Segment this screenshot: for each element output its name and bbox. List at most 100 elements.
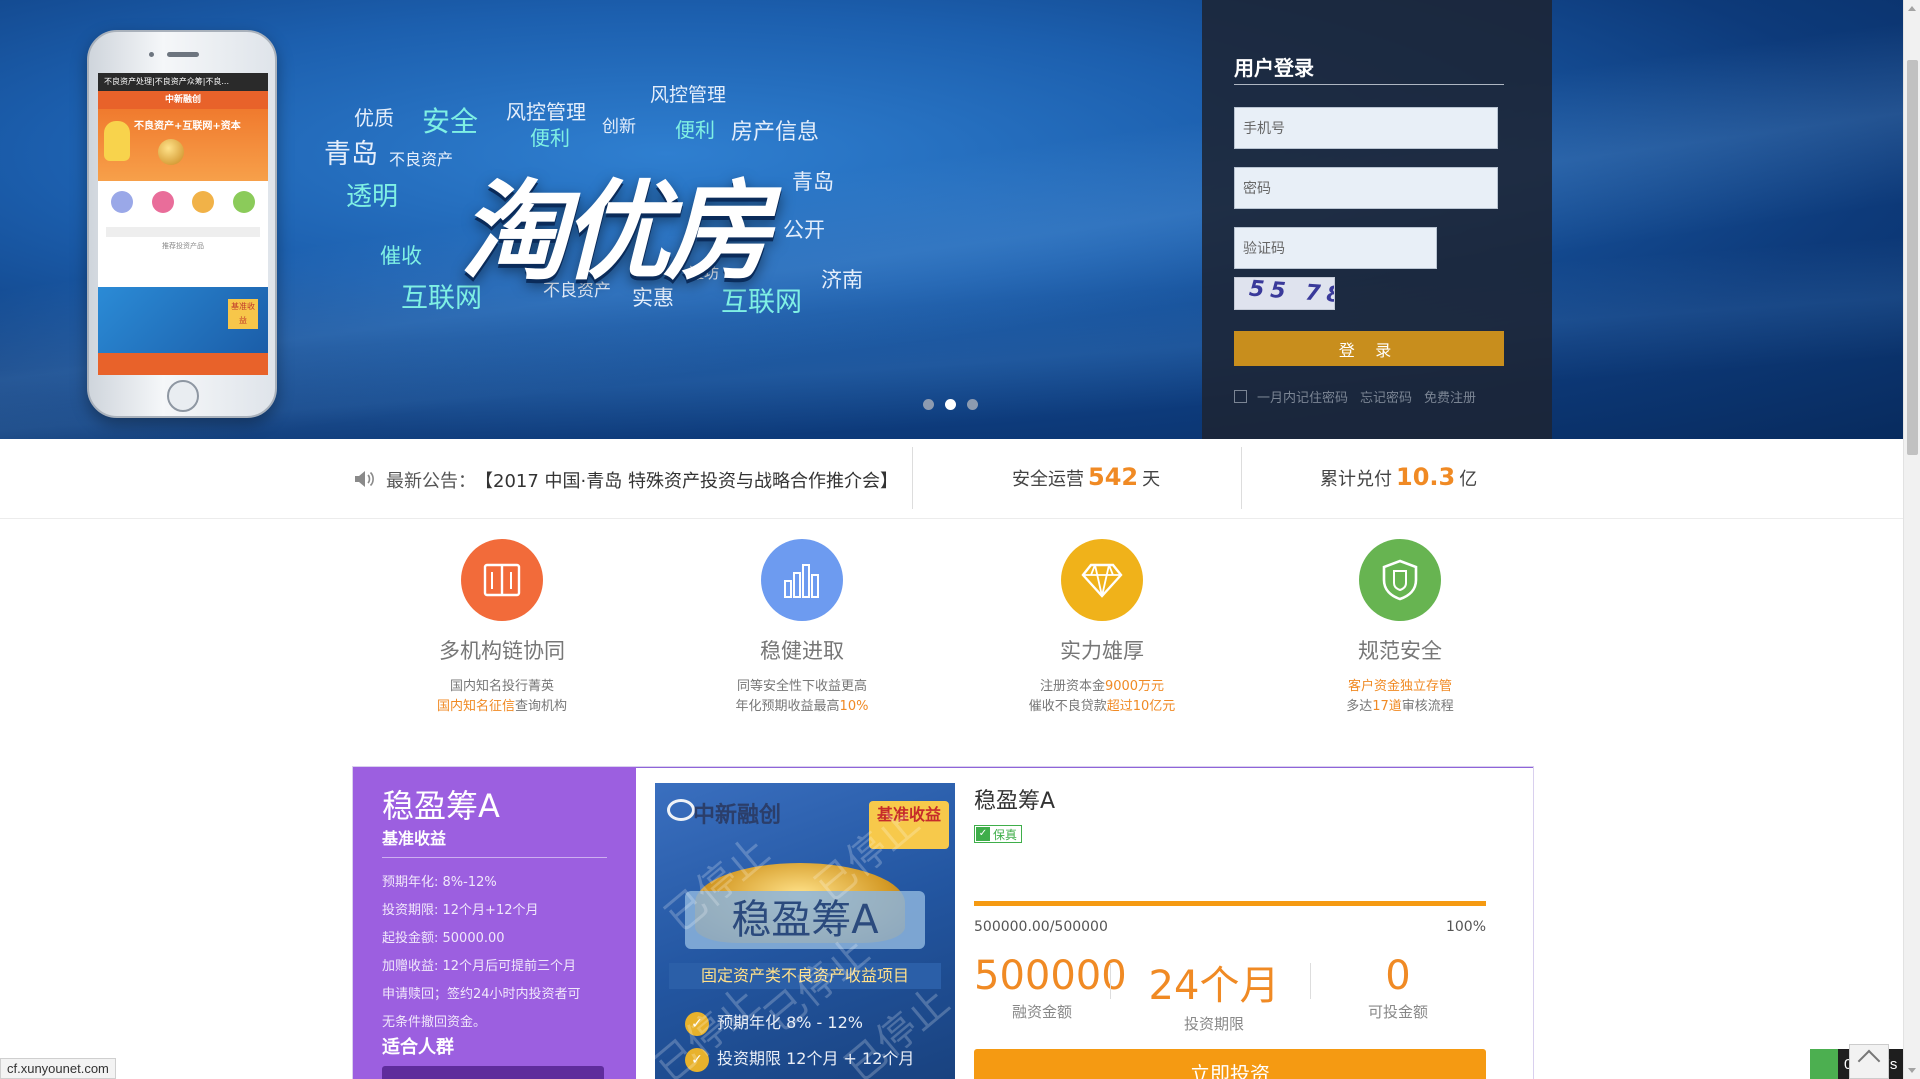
funding-progress-text: 500000.00/500000 100%	[974, 919, 1486, 935]
word-cloud-item: 房产信息	[731, 120, 820, 145]
feature-line: 年化预期收益最高10%	[735, 699, 869, 714]
phone-hero: 不良资产+互联网+资本	[98, 109, 268, 181]
phone-mockup: 不良资产处理|不良资产众筹|不良... 中新融创 不良资产+互联网+资本 推荐投…	[87, 30, 277, 418]
funding-progress-percent: 100%	[1445, 919, 1486, 935]
funding-progress-amount: 500000.00/500000	[974, 919, 1108, 935]
word-cloud-item: 济南	[821, 268, 863, 292]
crowd-tag	[382, 1066, 604, 1079]
total-paid-unit: 亿	[1459, 469, 1478, 490]
safe-operation-unit: 天	[1142, 469, 1161, 490]
phone-input[interactable]	[1234, 107, 1498, 149]
bar-chart-icon	[761, 539, 843, 621]
leaf-icon	[1810, 1049, 1838, 1079]
feature-title: 规范安全	[1358, 639, 1442, 663]
book-icon	[461, 539, 543, 621]
feature-title: 实力雄厚	[1060, 639, 1144, 663]
diamond-icon	[1061, 539, 1143, 621]
detail-item: 起投金额: 50000.00	[382, 931, 505, 946]
kpi-label: 可投金额	[1367, 1003, 1428, 1021]
funding-progress-bar	[974, 901, 1486, 906]
word-cloud-item: 公开	[783, 218, 825, 242]
phone-icon-row	[98, 181, 268, 223]
register-link[interactable]: 免费注册	[1424, 387, 1476, 406]
status-url: cf.xunyounet.com	[0, 1058, 116, 1079]
phone-section-label: 推荐投资产品	[162, 242, 204, 250]
password-input[interactable]	[1234, 167, 1498, 209]
kpi-value: 500000	[974, 953, 1127, 999]
product-details: 预期年化: 8%-12% 投资期限: 12个月+12个月 起投金额: 50000…	[382, 869, 622, 1037]
phone-nav-title: 中新融创	[98, 91, 268, 109]
shield-icon	[1359, 539, 1441, 621]
total-paid-value: 10.3	[1396, 463, 1456, 491]
safe-operation-label: 安全运营	[1012, 469, 1084, 490]
feature-line: 多达17道审核流程	[1346, 699, 1454, 714]
kpi-available: 0 可投金额	[1330, 953, 1466, 1022]
phone-browser-bar: 不良资产处理|不良资产众筹|不良...	[98, 73, 268, 91]
login-title: 用户登录	[1234, 56, 1314, 80]
slide-dots	[923, 399, 978, 410]
word-cloud-item: 透明	[346, 182, 399, 212]
phone-home-button	[167, 380, 199, 412]
slide-dot[interactable]	[967, 399, 978, 410]
crowd-label: 适合人群	[382, 1037, 454, 1058]
product-subtitle: 基准收益	[382, 829, 447, 848]
product-image[interactable]: 中新融创 基准收益 稳盈筹A 固定资产类不良资产收益项目 ✓ 预期年化 8% - …	[655, 783, 955, 1079]
login-options: 一月内记住密码 忘记密码 免费注册	[1234, 387, 1476, 406]
remember-checkbox[interactable]	[1234, 390, 1247, 403]
scroll-thumb[interactable]	[1907, 60, 1918, 455]
captcha-image[interactable]: 55 78	[1234, 277, 1335, 310]
kpi-label: 融资金额	[1011, 1003, 1072, 1021]
feature-line: 催收不良贷款超过10亿元	[1028, 699, 1176, 714]
page: 不良资产处理|不良资产众筹|不良... 中新融创 不良资产+互联网+资本 推荐投…	[0, 0, 1920, 1079]
word-cloud-item: 不良资产	[389, 150, 454, 169]
safe-operation-stat: 安全运营 542 天	[1012, 463, 1160, 491]
kpi-value: 24个月	[1148, 963, 1280, 1009]
check-icon: ✓	[976, 827, 990, 841]
phone-hero-text: 不良资产+互联网+资本	[134, 121, 241, 132]
total-paid-stat: 累计兑付 10.3 亿	[1320, 463, 1477, 491]
scroll-down-icon[interactable]	[1908, 1068, 1916, 1073]
scroll-up-icon[interactable]	[1908, 6, 1916, 11]
detail-item: 加赠收益: 12个月后可提前三个月	[382, 959, 577, 974]
phone-badge: 基准收益	[228, 299, 258, 329]
word-cloud-item: 优质	[354, 106, 394, 130]
feature-line: 注册资本金9000万元	[1039, 679, 1165, 694]
detail-item: 预期年化: 8%-12%	[382, 875, 497, 890]
word-cloud-item: 风控管理	[506, 100, 586, 124]
slide-dot-active[interactable]	[945, 399, 956, 410]
word-cloud-item: 风控管理	[650, 84, 727, 106]
guarantee-tag: ✓ 保真	[974, 825, 1023, 843]
announcement-text[interactable]: 【2017 中国·青岛 特殊资产投资与战略合作推介会】	[484, 471, 898, 492]
product-summary: 稳盈筹A 基准收益 预期年化: 8%-12% 投资期限: 12个月+12个月 起…	[353, 767, 636, 1079]
phone-screen: 不良资产处理|不良资产众筹|不良... 中新融创 不良资产+互联网+资本 推荐投…	[98, 73, 268, 375]
kpi-period: 24个月 投资期限	[1134, 953, 1294, 1034]
safe-operation-value: 542	[1088, 463, 1139, 491]
word-cloud-item: 青岛	[324, 139, 378, 170]
product-info-title[interactable]: 稳盈筹A	[974, 783, 1504, 815]
forgot-password-link[interactable]: 忘记密码	[1360, 387, 1412, 406]
word-cloud-item: 催收	[380, 244, 422, 268]
feature-line: 国内知名投行菁英	[449, 679, 554, 694]
product-card: 稳盈筹A 基准收益 预期年化: 8%-12% 投资期限: 12个月+12个月 起…	[352, 766, 1534, 1079]
scrollbar[interactable]	[1903, 0, 1920, 1079]
detail-item: 申请赎回；签约24小时内投资者可	[382, 987, 581, 1002]
feature-line: 客户资金独立存管	[1347, 679, 1452, 694]
login-button[interactable]: 登 录	[1234, 331, 1504, 366]
word-cloud-item: 安全	[422, 105, 479, 138]
feature-line: 国内知名征信查询机构	[436, 699, 568, 714]
feature-title: 多机构链协同	[439, 639, 565, 663]
kpi-amount: 500000 融资金额	[974, 953, 1127, 1022]
captcha-input[interactable]	[1234, 227, 1437, 269]
word-cloud-item: 便利	[675, 118, 715, 142]
announcement-label: 最新公告：	[386, 471, 476, 492]
remember-label[interactable]: 一月内记住密码	[1257, 387, 1348, 406]
product-name[interactable]: 稳盈筹A	[382, 781, 500, 827]
slide-dot[interactable]	[923, 399, 934, 410]
info-strip: 最新公告： 【2017 中国·青岛 特殊资产投资与战略合作推介会】 安全运营 542…	[0, 439, 1903, 519]
back-to-top-button[interactable]	[1849, 1044, 1889, 1079]
hero-banner[interactable]: 不良资产处理|不良资产众筹|不良... 中新融创 不良资产+互联网+资本 推荐投…	[0, 0, 1903, 439]
invest-button[interactable]: 立即投资	[974, 1049, 1486, 1079]
announcement[interactable]: 最新公告： 【2017 中国·青岛 特殊资产投资与战略合作推介会】	[386, 467, 898, 493]
captcha-text: 55 78	[1248, 277, 1335, 309]
kpi-value: 0	[1385, 953, 1411, 999]
